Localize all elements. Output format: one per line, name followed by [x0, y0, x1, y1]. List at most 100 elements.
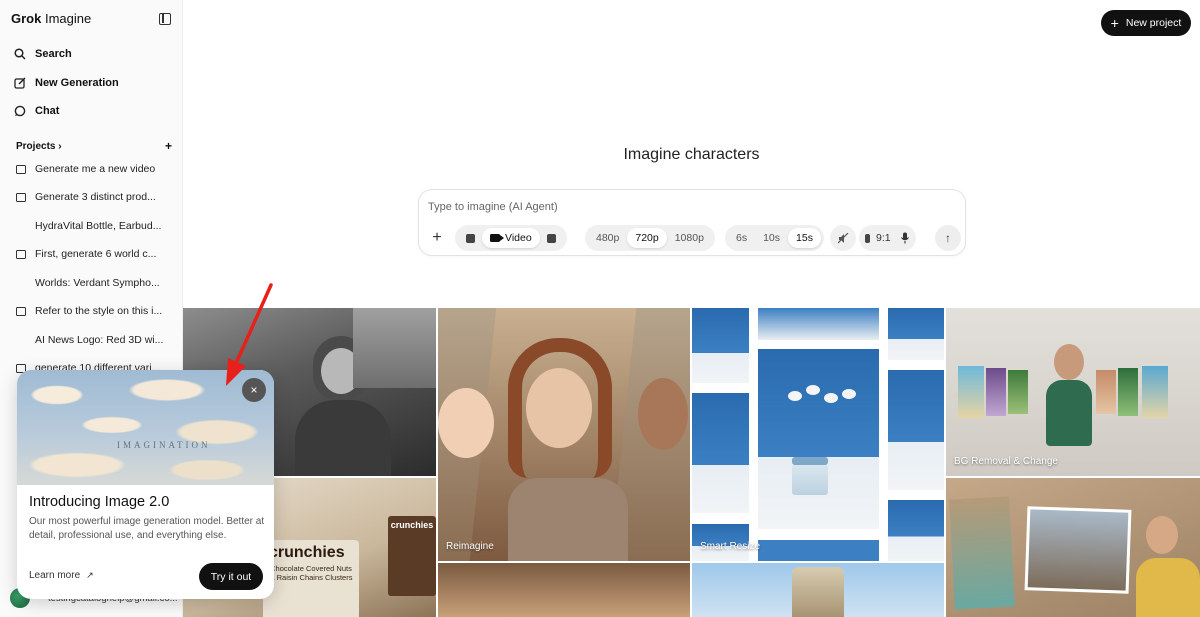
close-icon[interactable]: ×	[242, 378, 266, 402]
woman-face-image	[1054, 344, 1084, 380]
popup-image-text: IMAGINATION	[117, 440, 211, 450]
tile-label-bg-removal: BG Removal & Change	[954, 456, 1058, 467]
duration-15s[interactable]: 15s	[788, 228, 821, 248]
snack-small-text: crunchies	[390, 520, 434, 530]
background-thumb	[1142, 366, 1168, 418]
add-attachment-button[interactable]: +	[428, 225, 446, 251]
resize-thumb-1	[692, 308, 749, 383]
resize-thumb-6	[888, 308, 944, 360]
collage-photo	[1136, 558, 1200, 617]
project-item-label: Generate me a new video	[35, 163, 156, 175]
arrow-up-icon: ↑	[945, 231, 951, 245]
anime-face-image	[438, 388, 494, 458]
project-item-label: First, generate 6 world c...	[35, 248, 157, 260]
resize-thumb-2	[692, 393, 749, 513]
aspect-ratio-select[interactable]: 9:1	[870, 228, 900, 248]
project-item[interactable]: First, generate 6 world c...	[16, 245, 162, 263]
microphone-icon[interactable]	[900, 232, 910, 244]
snack-description-text: Chocolate Covered Nuts & Raisin Chains C…	[269, 564, 353, 582]
project-item[interactable]: AI News Logo: Red 3D wi...	[35, 331, 181, 349]
image-mode-button[interactable]	[458, 228, 482, 248]
plus-icon: +	[432, 229, 442, 246]
gallery-tile-smart-resize[interactable]: Smart Resize	[692, 308, 944, 561]
popup-description: Our most powerful image generation model…	[29, 516, 265, 541]
resolution-480p[interactable]: 480p	[588, 228, 627, 248]
send-button[interactable]: ↑	[935, 225, 961, 251]
nav-chat-label: Chat	[35, 105, 60, 117]
resolution-group: 480p 720p 1080p	[585, 225, 715, 251]
jar-lid-image	[792, 457, 828, 465]
project-item[interactable]: HydraVital Bottle, Earbud...	[35, 217, 181, 235]
folder-icon	[16, 306, 26, 316]
folder-icon	[16, 249, 26, 259]
resize-main-image	[758, 349, 879, 529]
mute-icon	[837, 232, 848, 243]
project-item-label: Refer to the style on this i...	[35, 305, 162, 317]
green-dress-image	[1046, 380, 1092, 446]
nav-new-generation[interactable]: New Generation	[14, 73, 119, 93]
background-thumb	[958, 366, 984, 418]
snack-brand-text: crunchies	[269, 544, 345, 561]
learn-more-link[interactable]: Learn more ↗	[29, 570, 94, 581]
gallery-tile-portrait-warm[interactable]	[438, 563, 690, 617]
project-item[interactable]: Refer to the style on this i...	[16, 302, 162, 320]
gallery-tile-perfume[interactable]	[692, 563, 944, 617]
folder-icon	[16, 192, 26, 202]
project-item-label: Generate 3 distinct prod...	[35, 191, 156, 203]
collage-face-image	[1146, 516, 1178, 554]
orchid-flower-image	[806, 385, 820, 395]
duration-10s[interactable]: 10s	[755, 228, 788, 248]
image-icon	[465, 233, 475, 243]
new-project-button[interactable]: + New project	[1101, 10, 1191, 36]
project-item[interactable]: Generate 3 distinct prod...	[16, 188, 162, 206]
audio-toggle-button[interactable]	[830, 225, 856, 251]
project-item-label: AI News Logo: Red 3D wi...	[35, 334, 164, 346]
background-thumb	[1118, 368, 1138, 416]
grid-icon	[547, 233, 557, 243]
mode-group: Video	[455, 225, 567, 251]
gallery-tile-bg-removal[interactable]: BG Removal & Change	[946, 308, 1200, 476]
orchid-flower-image	[788, 391, 802, 401]
prompt-input[interactable]	[428, 199, 948, 215]
tile-label-reimagine: Reimagine	[446, 541, 494, 552]
buildings-image	[353, 308, 436, 388]
resize-thumb-7	[888, 370, 944, 490]
new-project-label: New project	[1125, 17, 1182, 29]
resolution-1080p[interactable]: 1080p	[667, 228, 712, 248]
app-window: Grok Imagine Search New Generation Chat …	[0, 0, 1200, 617]
nav-chat[interactable]: Chat	[14, 101, 59, 121]
resize-thumb-8	[888, 500, 944, 561]
plus-icon: +	[1110, 15, 1119, 31]
background-thumb	[1096, 370, 1116, 414]
orchid-flower-image	[842, 389, 856, 399]
video-mode-label: Video	[505, 232, 532, 244]
try-it-out-button[interactable]: Try it out	[199, 563, 263, 590]
folder-icon	[16, 164, 26, 174]
announcement-popup: IMAGINATION × Introducing Image 2.0 Our …	[17, 370, 274, 599]
resolution-720p[interactable]: 720p	[627, 228, 667, 248]
video-mode-button[interactable]: Video	[482, 228, 540, 248]
external-link-icon: ↗	[86, 570, 94, 580]
shirt-image	[295, 400, 391, 476]
duration-group: 6s 10s 15s	[725, 225, 824, 251]
project-item-label: HydraVital Bottle, Earbud...	[35, 220, 162, 232]
perfume-bottle-image	[792, 567, 844, 617]
snack-bag: crunchies Chocolate Covered Nuts & Raisi…	[263, 540, 359, 617]
gallery-tile-collage[interactable]	[946, 478, 1200, 617]
collage-photo	[1024, 506, 1132, 594]
project-item[interactable]: Worlds: Verdant Sympho...	[35, 274, 181, 292]
search-icon	[14, 48, 26, 60]
brand-logo[interactable]: Grok Imagine	[11, 11, 91, 26]
sidebar-toggle-icon[interactable]	[159, 13, 171, 25]
jar-image	[792, 465, 828, 495]
orchid-flower-image	[824, 393, 838, 403]
popup-title: Introducing Image 2.0	[29, 494, 170, 510]
gallery-tile-reimagine[interactable]: Reimagine	[438, 308, 690, 561]
nav-search-label: Search	[35, 48, 72, 60]
other-mode-button[interactable]	[540, 228, 564, 248]
nav-search[interactable]: Search	[14, 44, 72, 64]
learn-more-label: Learn more	[29, 570, 81, 581]
duration-6s[interactable]: 6s	[728, 228, 755, 248]
real-face-image	[638, 378, 688, 450]
collage-photo	[949, 496, 1015, 610]
